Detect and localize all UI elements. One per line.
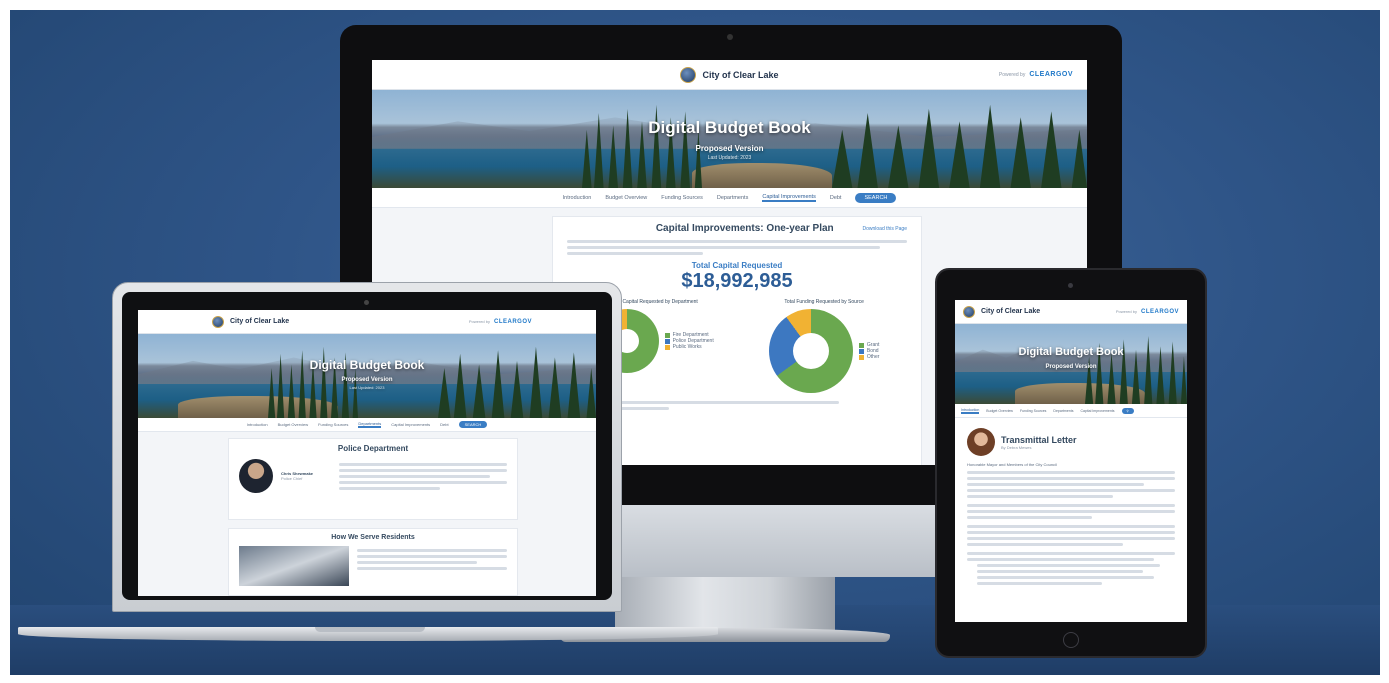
total-label: Total Capital Requested — [691, 261, 783, 270]
section-title: How We Serve Residents — [331, 534, 415, 541]
dept-title: Police Department — [337, 444, 409, 453]
letter-title: Transmittal Letter — [1001, 434, 1077, 445]
author-avatar — [967, 428, 995, 456]
nav-departments[interactable]: Departments — [717, 195, 749, 201]
dept-description — [339, 460, 507, 493]
powered-by-label: Powered by — [468, 319, 490, 324]
site-nav: Introduction Budget Overview Funding Sou… — [955, 404, 1187, 418]
brand[interactable]: City of Clear Lake — [212, 315, 290, 328]
download-link[interactable]: Download this Page — [863, 226, 907, 232]
intro-paragraph — [567, 240, 907, 255]
nav-introduction[interactable]: Introduction — [563, 195, 592, 201]
city-name: City of Clear Lake — [230, 318, 290, 325]
nav-funding-sources[interactable]: Funding Sources — [318, 422, 348, 427]
hero-version: Proposed Version — [695, 144, 764, 153]
nav-debt[interactable]: Debt — [830, 195, 842, 201]
nav-budget-overview[interactable]: Budget Overview — [986, 409, 1013, 413]
hero-updated: Last Updated: 2023 — [349, 385, 385, 390]
avatar — [239, 459, 273, 493]
nav-introduction[interactable]: Introduction — [247, 422, 268, 427]
site-nav: Introduction Budget Overview Funding Sou… — [372, 188, 1087, 208]
city-name: City of Clear Lake — [981, 308, 1041, 315]
nav-departments[interactable]: Departments — [358, 421, 382, 428]
powered-by[interactable]: Powered by CLEARGOV — [903, 71, 1073, 78]
laptop-screen: City of Clear Lake Powered by CLEARGOV D… — [138, 310, 596, 596]
brand[interactable]: City of Clear Lake — [963, 305, 1041, 318]
powered-by-label: Powered by — [1115, 309, 1137, 314]
letter-author: By Debra Mewes — [1001, 444, 1032, 450]
letter-greeting: Honorable Mayor and Members of the City … — [967, 462, 1057, 467]
hero-version: Proposed Version — [341, 377, 393, 383]
site-header: City of Clear Lake Powered by CLEARGOV — [138, 310, 596, 334]
city-seal-icon — [963, 305, 975, 318]
city-name: City of Clear Lake — [702, 69, 779, 80]
chart2-legend: Grant Bond Other — [858, 342, 879, 360]
chart1-legend: Fire Department Police Department Public… — [664, 332, 714, 350]
hero-updated: Last Updated: 2023 — [707, 155, 752, 161]
nav-funding-sources[interactable]: Funding Sources — [661, 195, 703, 201]
hero-banner: Digital Budget Book Proposed Version Las… — [372, 90, 1087, 188]
city-seal-icon — [680, 66, 697, 83]
nav-capital-improvements[interactable]: Capital Improvements — [1080, 409, 1114, 413]
chart2-title: Total Funding Requested by Source — [784, 299, 864, 305]
chart-by-source: Total Funding Requested by Source Grant … — [768, 299, 879, 393]
nav-funding-sources[interactable]: Funding Sources — [1020, 409, 1046, 413]
legend-item: Other — [858, 354, 879, 360]
nav-capital-improvements[interactable]: Capital Improvements — [762, 194, 816, 202]
powered-by[interactable]: Powered by CLEARGOV — [469, 319, 532, 325]
section-text — [357, 546, 507, 586]
monitor-stand — [615, 577, 835, 633]
laptop-notch — [315, 627, 425, 632]
vendor-logo: CLEARGOV — [493, 318, 532, 325]
home-button[interactable] — [1063, 632, 1079, 648]
police-car-image — [239, 546, 349, 586]
vendor-logo: CLEARGOV — [1029, 71, 1073, 78]
powered-by-label: Powered by — [998, 71, 1026, 78]
hero-title: Digital Budget Book — [1018, 346, 1124, 358]
vendor-logo: CLEARGOV — [1140, 308, 1179, 315]
search-button[interactable]: SEARCH — [458, 421, 488, 428]
nav-debt[interactable]: Debt — [440, 422, 448, 427]
hero-title: Digital Budget Book — [309, 358, 425, 372]
site-nav: Introduction Budget Overview Funding Sou… — [138, 418, 596, 432]
powered-by[interactable]: Powered by CLEARGOV — [1116, 309, 1179, 315]
camera-icon — [364, 300, 369, 305]
hero-banner: Digital Budget Book Proposed Version Las… — [138, 334, 596, 418]
nav-budget-overview[interactable]: Budget Overview — [605, 195, 647, 201]
hero-title: Digital Budget Book — [648, 118, 811, 137]
nav-departments[interactable]: Departments — [1053, 409, 1073, 413]
person-role: Police Chief — [281, 476, 303, 481]
source-donut[interactable] — [768, 309, 853, 393]
hero-banner: Digital Budget Book Proposed Version — [955, 324, 1187, 404]
city-seal-icon — [212, 315, 224, 328]
page-title: Capital Improvements: One-year Plan — [655, 223, 834, 234]
tablet-screen: City of Clear Lake Powered by CLEARGOV D… — [955, 300, 1187, 622]
nav-capital-improvements[interactable]: Capital Improvements — [391, 422, 430, 427]
letter-body — [967, 471, 1175, 585]
camera-icon — [727, 34, 733, 40]
legend-item: Public Works — [664, 344, 714, 350]
letter-section: Transmittal Letter By Debra Mewes Honora… — [955, 418, 1187, 618]
search-button[interactable]: SEARCH — [855, 192, 897, 203]
camera-icon — [1068, 283, 1073, 288]
nav-budget-overview[interactable]: Budget Overview — [278, 422, 308, 427]
site-header: City of Clear Lake Powered by CLEARGOV — [955, 300, 1187, 324]
search-button[interactable]: ⚲ — [1121, 407, 1134, 414]
brand[interactable]: City of Clear Lake — [680, 66, 779, 83]
serve-residents-card: How We Serve Residents — [228, 528, 518, 596]
site-header: City of Clear Lake Powered by CLEARGOV — [372, 60, 1087, 90]
hero-version: Proposed Version — [1045, 364, 1097, 370]
department-card: Police Department Chris Shewmake Police … — [228, 438, 518, 520]
nav-introduction[interactable]: Introduction — [961, 408, 980, 414]
